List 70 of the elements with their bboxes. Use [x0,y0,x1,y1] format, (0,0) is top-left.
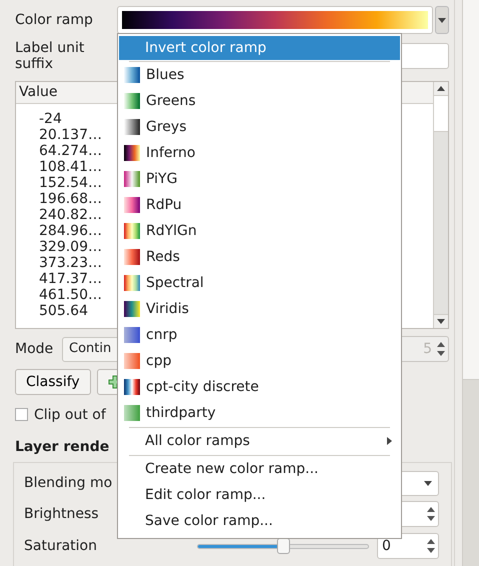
checkbox-label: Clip out of [34,406,106,422]
ramp-swatch-icon [124,275,140,291]
ramp-swatch-icon [124,405,140,421]
ramp-preview-icon [122,11,428,29]
table-cell-text: 152.54… [38,175,103,191]
table-cell-text: 284.96… [38,223,103,239]
spin-arrows-icon[interactable] [436,340,446,358]
ramp-swatch-icon [124,353,140,369]
menu-item[interactable]: Reds [119,244,400,270]
caret-icon [424,480,432,486]
spin-arrows-icon[interactable] [426,537,436,555]
caret-icon [437,86,445,91]
ramp-swatch-icon [124,223,140,239]
ramp-swatch-icon [124,119,140,135]
scroll-down-icon[interactable] [434,314,448,328]
field-label: Blending mo [24,474,114,492]
table-cell-text: 505.64 [38,303,89,319]
menu-item[interactable]: Inferno [119,140,400,166]
color-ramp-combo[interactable] [117,6,434,34]
spin-arrows-icon[interactable] [426,505,436,523]
ramp-swatch-icon [124,171,140,187]
checkbox[interactable] [15,408,28,421]
field-label: Label unit suffix [15,40,86,72]
menu-item[interactable]: Viridis [119,296,400,322]
ramp-swatch-icon [124,93,140,109]
menu-item[interactable]: All color ramps [119,428,400,454]
table-cell-text: 461.50… [38,287,103,303]
ramp-swatch-icon [124,197,140,213]
caret-icon [437,319,445,324]
menu-item[interactable]: Edit color ramp... [119,482,400,508]
field-label: Color ramp [15,12,94,28]
table-cell-text: 417.37… [38,271,103,287]
menu-item[interactable]: RdYlGn [119,218,400,244]
menu-item[interactable]: cpt-city discrete [119,374,400,400]
field-label: Brightness [24,506,100,522]
ramp-swatch-icon [124,249,140,265]
menu-item[interactable]: thirdparty [119,400,400,426]
menu-item[interactable]: RdPu [119,192,400,218]
field-label: Saturation [24,538,98,554]
ramp-swatch-icon [124,379,140,395]
scroll-thumb[interactable] [463,0,479,380]
submenu-arrow-icon [387,437,392,445]
menu-item[interactable]: Blues [119,62,400,88]
scroll-up-icon[interactable] [434,82,448,96]
menu-item[interactable]: Create new color ramp... [119,456,400,482]
menu-item[interactable]: PiYG [119,166,400,192]
table-cell-text: 329.09… [38,239,103,255]
classify-button[interactable]: Classify [15,369,91,395]
menu-item[interactable]: Greens [119,88,400,114]
ramp-swatch-icon [124,301,140,317]
menu-item[interactable]: Invert color ramp [119,36,400,60]
table-cell-text: 373.23… [38,255,103,271]
section-title: Layer rende [15,438,110,454]
ramp-swatch-icon [124,67,140,83]
table-cell-text: 64.274… [38,143,103,159]
dropdown-button[interactable] [435,6,449,34]
saturation-spin[interactable]: 0 [377,533,439,559]
ramp-swatch-icon [124,327,140,343]
scroll-thumb[interactable] [434,96,448,132]
table-cell-text: 108.41… [38,159,103,175]
menu-item[interactable]: Save color ramp... [119,508,400,534]
table-cell-text: 240.82… [38,207,103,223]
menu-item[interactable]: Spectral [119,270,400,296]
field-label: Mode [15,340,54,358]
table-cell-text: 196.68… [38,191,103,207]
ramp-swatch-icon [124,145,140,161]
menu-item[interactable]: Greys [119,114,400,140]
caret-icon [438,18,446,22]
table-cell-text: -24 [38,111,63,127]
table-cell-text: 20.137… [38,127,103,143]
